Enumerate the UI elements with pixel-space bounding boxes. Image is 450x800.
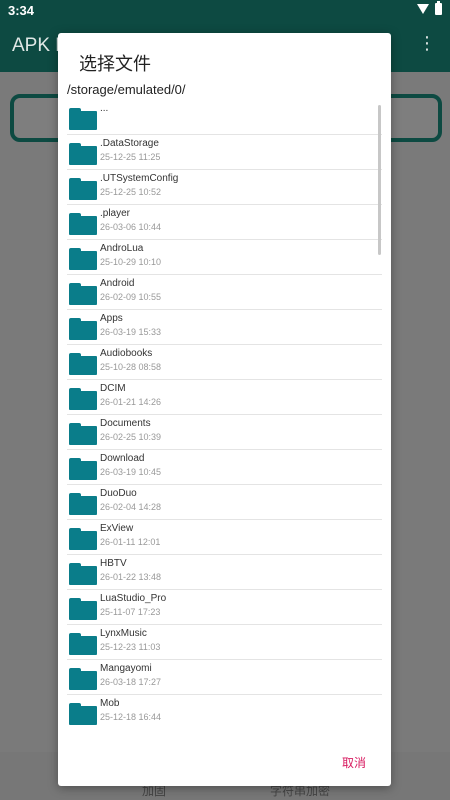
- file-list-item[interactable]: .UTSystemConfig 25-12-25 10:52: [67, 170, 382, 205]
- file-name: Mob: [100, 698, 120, 709]
- file-name: Documents: [100, 418, 151, 429]
- status-icons: [417, 1, 442, 15]
- file-date: 25-12-18 16:44: [100, 712, 162, 722]
- file-name: HBTV: [100, 558, 127, 569]
- folder-icon: [69, 703, 97, 725]
- file-list-item[interactable]: .DataStorage 25-12-25 11:25: [67, 135, 382, 170]
- file-name: .player: [100, 208, 131, 219]
- file-list-item[interactable]: .player 26-03-06 10:44: [67, 205, 382, 240]
- battery-icon: [435, 1, 442, 15]
- folder-icon: [69, 213, 97, 235]
- file-list-item[interactable]: ExView 26-01-11 12:01: [67, 520, 382, 555]
- folder-icon: [69, 388, 97, 410]
- file-list-item[interactable]: DuoDuo 26-02-04 14:28: [67, 485, 382, 520]
- folder-icon: [69, 458, 97, 480]
- file-date: 26-03-19 15:33: [100, 327, 162, 337]
- scrollbar[interactable]: [378, 105, 381, 255]
- file-date: 26-03-19 10:45: [100, 467, 162, 477]
- file-name: AndroLua: [100, 243, 144, 254]
- file-picker-dialog: 选择文件 /storage/emulated/0/ ... .DataStorag…: [58, 33, 391, 786]
- folder-icon: [69, 493, 97, 515]
- file-list-item[interactable]: LynxMusic 25-12-23 11:03: [67, 625, 382, 660]
- more-vert-icon[interactable]: ⋮: [418, 33, 436, 54]
- file-name: Audiobooks: [100, 348, 153, 359]
- folder-icon: [69, 248, 97, 270]
- folder-icon: [69, 353, 97, 375]
- file-name: LuaStudio_Pro: [100, 593, 167, 604]
- file-date: 26-01-22 13:48: [100, 572, 162, 582]
- file-date: 26-01-21 14:26: [100, 397, 162, 407]
- folder-icon: [69, 283, 97, 305]
- file-list-item[interactable]: Download 26-03-19 10:45: [67, 450, 382, 485]
- file-list[interactable]: ... .DataStorage 25-12-25 11:25 .UTSystemCo…: [67, 100, 382, 725]
- wifi-icon: [417, 4, 429, 14]
- file-name: DCIM: [100, 383, 126, 394]
- file-name: ...: [100, 103, 109, 114]
- file-date: 26-01-11 12:01: [100, 537, 161, 547]
- cancel-button[interactable]: 取消: [342, 754, 366, 771]
- file-list-item[interactable]: DCIM 26-01-21 14:26: [67, 380, 382, 415]
- file-list-item[interactable]: Android 26-02-09 10:55: [67, 275, 382, 310]
- file-date: 25-12-23 11:03: [100, 642, 161, 652]
- file-list-item[interactable]: Mob 25-12-18 16:44: [67, 695, 382, 725]
- file-name: DuoDuo: [100, 488, 137, 499]
- file-date: 25-10-28 08:58: [100, 362, 162, 372]
- file-date: 25-12-25 10:52: [100, 187, 162, 197]
- file-date: 26-02-04 14:28: [100, 502, 162, 512]
- file-date: 26-03-06 10:44: [100, 222, 162, 232]
- status-bar: 3:34: [0, 0, 450, 20]
- folder-icon: [69, 668, 97, 690]
- folder-icon: [69, 423, 97, 445]
- file-list-item[interactable]: AndroLua 25-10-29 10:10: [67, 240, 382, 275]
- file-name: LynxMusic: [100, 628, 147, 639]
- folder-icon: [69, 108, 97, 130]
- file-name: Download: [100, 453, 145, 464]
- dialog-title: 选择文件: [79, 54, 151, 74]
- file-name: .UTSystemConfig: [100, 173, 179, 184]
- file-date: 25-11-07 17:23: [100, 607, 161, 617]
- folder-icon: [69, 528, 97, 550]
- file-list-item[interactable]: Apps 26-03-19 15:33: [67, 310, 382, 345]
- file-list-item[interactable]: Mangayomi 26-03-18 17:27: [67, 660, 382, 695]
- folder-icon: [69, 633, 97, 655]
- folder-icon: [69, 598, 97, 620]
- file-list-item[interactable]: ...: [67, 100, 382, 135]
- file-date: 25-12-25 11:25: [100, 152, 161, 162]
- status-time: 3:34: [8, 3, 35, 18]
- file-name: .DataStorage: [100, 138, 159, 149]
- file-date: 26-03-18 17:27: [100, 677, 162, 687]
- file-name: Apps: [100, 313, 123, 324]
- folder-icon: [69, 143, 97, 165]
- folder-icon: [69, 563, 97, 585]
- file-date: 25-10-29 10:10: [100, 257, 162, 267]
- file-list-item[interactable]: LuaStudio_Pro 25-11-07 17:23: [67, 590, 382, 625]
- file-name: Android: [100, 278, 135, 289]
- file-name: Mangayomi: [100, 663, 152, 674]
- folder-icon: [69, 318, 97, 340]
- file-list-item[interactable]: Audiobooks 25-10-28 08:58: [67, 345, 382, 380]
- folder-icon: [69, 178, 97, 200]
- file-list-item[interactable]: HBTV 26-01-22 13:48: [67, 555, 382, 590]
- file-date: 26-02-25 10:39: [100, 432, 162, 442]
- file-date: 26-02-09 10:55: [100, 292, 162, 302]
- file-name: ExView: [100, 523, 134, 534]
- file-list-item[interactable]: Documents 26-02-25 10:39: [67, 415, 382, 450]
- current-path: /storage/emulated/0/: [67, 82, 186, 97]
